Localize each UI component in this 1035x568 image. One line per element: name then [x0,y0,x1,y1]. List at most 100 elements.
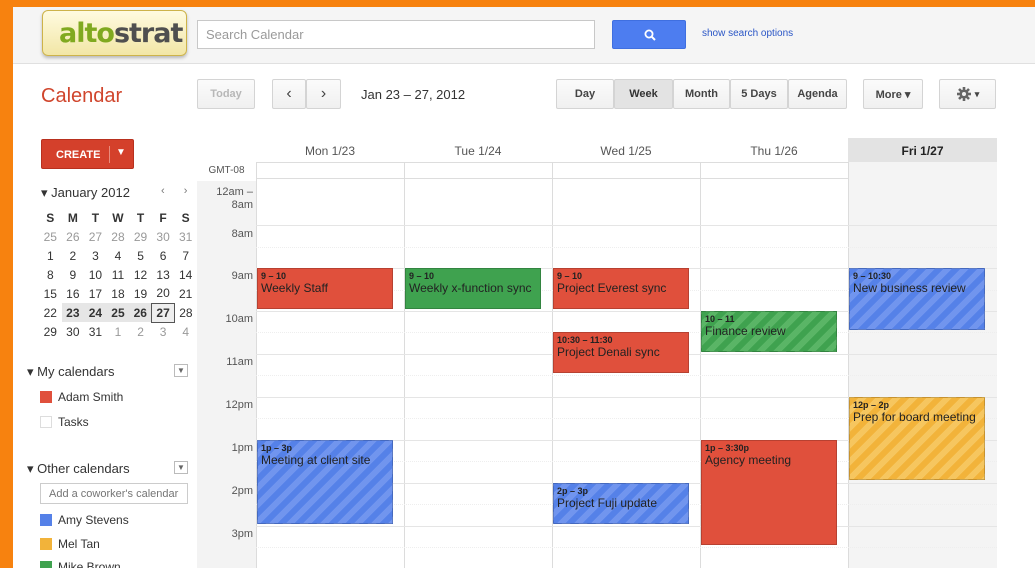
mini-day[interactable]: 4 [174,322,197,341]
calendar-item-mike-brown[interactable]: Mike Brown [40,560,121,568]
mini-day[interactable]: 9 [62,265,85,284]
day-header-tue[interactable]: Tue 1/24 [404,138,552,162]
my-calendars-menu-icon[interactable]: ▼ [174,364,188,377]
event-new-business-review[interactable]: 9 – 10:30 New business review [849,268,985,330]
mini-day[interactable]: 19 [129,284,152,303]
event-weekly-staff[interactable]: 9 – 10 Weekly Staff [257,268,393,309]
today-button[interactable]: Today [197,79,255,109]
calendar-item-tasks[interactable]: Tasks [40,415,89,429]
view-5days-button[interactable]: 5 Days [730,79,788,109]
weekday-label: M [67,210,78,225]
mini-day[interactable]: 2 [62,246,85,265]
mini-day[interactable]: 15 [39,284,62,303]
create-dropdown-icon[interactable]: ▼ [116,147,126,158]
event-project-fuji-update[interactable]: 2p – 3p Project Fuji update [553,483,689,524]
mini-day[interactable]: 30 [62,322,85,341]
weekday-label: S [46,210,55,225]
day-header-thu[interactable]: Thu 1/26 [700,138,848,162]
other-calendars-header[interactable]: ▾ Other calendars [27,461,130,477]
calendar-item-mel-tan[interactable]: Mel Tan [40,537,100,551]
view-month-button[interactable]: Month [673,79,730,109]
mini-day[interactable]: 29 [129,227,152,246]
mini-day[interactable]: 6 [152,246,175,265]
time-label: 10am [225,313,253,325]
date-range: Jan 23 – 27, 2012 [361,87,466,102]
time-label: 3pm [231,528,253,540]
event-prep-for-board-meeting[interactable]: 12p – 2p Prep for board meeting [849,397,985,480]
calendar-item-adam-smith[interactable]: Adam Smith [40,390,123,404]
time-label: 9am [231,270,253,282]
mini-day[interactable]: 1 [39,246,62,265]
search-input[interactable] [197,20,595,49]
mini-calendar: S M T W T F S 25 26 27 28 29 30 31 1 2 3… [39,208,197,341]
mini-day[interactable]: 18 [107,284,130,303]
mini-day[interactable]: 25 [39,227,62,246]
mini-day-selected-week[interactable]: 25 [106,303,130,322]
top-bar: altostrat show search options [13,7,1035,64]
event-meeting-at-client-site[interactable]: 1p – 3p Meeting at client site [257,440,393,524]
mini-day[interactable]: 29 [39,322,62,341]
search-icon [644,29,656,41]
view-agenda-button[interactable]: Agenda [788,79,847,109]
show-search-options-link[interactable]: show search options [702,28,793,39]
mini-day[interactable]: 14 [174,265,197,284]
weekday-label: F [159,210,167,225]
mini-day[interactable]: 28 [107,227,130,246]
add-coworker-calendar-input[interactable] [40,483,188,504]
settings-button[interactable]: ▾ [939,79,996,109]
event-finance-review[interactable]: 10 – 11 Finance review [701,311,837,352]
time-label: 2pm [231,485,253,497]
mini-day[interactable]: 26 [62,227,85,246]
mini-day[interactable]: 3 [152,322,175,341]
create-button[interactable]: CREATE ▼ [41,139,134,169]
mini-day[interactable]: 13 [152,265,175,284]
mini-day-selected-week[interactable]: 23 [61,303,85,322]
view-day-button[interactable]: Day [556,79,614,109]
altostrat-logo[interactable]: altostrat [42,10,187,56]
mini-day[interactable]: 28 [174,303,197,322]
mini-day[interactable]: 31 [174,227,197,246]
event-project-denali-sync[interactable]: 10:30 – 11:30 Project Denali sync [553,332,689,373]
mini-day[interactable]: 2 [129,322,152,341]
mini-day[interactable]: 4 [107,246,130,265]
day-header-wed[interactable]: Wed 1/25 [552,138,700,162]
weekday-label: W [112,210,124,225]
previous-week-button[interactable]: ‹ [272,79,306,109]
mini-day[interactable]: 5 [129,246,152,265]
mini-day[interactable]: 7 [174,246,197,265]
mini-day[interactable]: 31 [84,322,107,341]
mini-day[interactable]: 1 [107,322,130,341]
my-calendars-header[interactable]: ▾ My calendars [27,364,114,380]
day-header-mon[interactable]: Mon 1/23 [256,138,404,162]
event-agency-meeting[interactable]: 1p – 3:30p Agency meeting [701,440,837,545]
gear-icon [956,87,971,101]
mini-day[interactable]: 8 [39,265,62,284]
mini-day[interactable]: 17 [84,284,107,303]
search-button[interactable] [612,20,686,49]
calendar-item-amy-stevens[interactable]: Amy Stevens [40,513,129,527]
time-label: 12pm [225,399,253,411]
mini-day[interactable]: 21 [174,284,197,303]
day-header-fri-today[interactable]: Fri 1/27 [848,138,997,162]
mini-calendar-nav[interactable]: ‹ › [161,185,195,197]
mini-day-today[interactable]: 27 [151,302,175,323]
other-calendars-menu-icon[interactable]: ▼ [174,461,188,474]
event-weekly-x-function-sync[interactable]: 9 – 10 Weekly x-function sync [405,268,541,309]
mini-day[interactable]: 30 [152,227,175,246]
more-button[interactable]: More ▾ [863,79,923,109]
mini-day[interactable]: 10 [84,265,107,284]
next-week-button[interactable]: › [306,79,341,109]
mini-day[interactable]: 16 [62,284,85,303]
event-project-everest-sync[interactable]: 9 – 10 Project Everest sync [553,268,689,309]
mini-calendar-month[interactable]: ▾ January 2012 [41,185,130,201]
mini-day[interactable]: 20 [152,284,175,303]
mini-day[interactable]: 11 [107,265,130,284]
calendar-app: altostrat show search options Calendar T… [13,7,1035,568]
mini-day-selected-week[interactable]: 26 [129,303,152,322]
mini-day[interactable]: 3 [84,246,107,265]
mini-day[interactable]: 12 [129,265,152,284]
mini-day[interactable]: 22 [39,303,62,322]
view-week-button[interactable]: Week [614,79,673,109]
mini-day-selected-week[interactable]: 24 [84,303,107,322]
mini-day[interactable]: 27 [84,227,107,246]
